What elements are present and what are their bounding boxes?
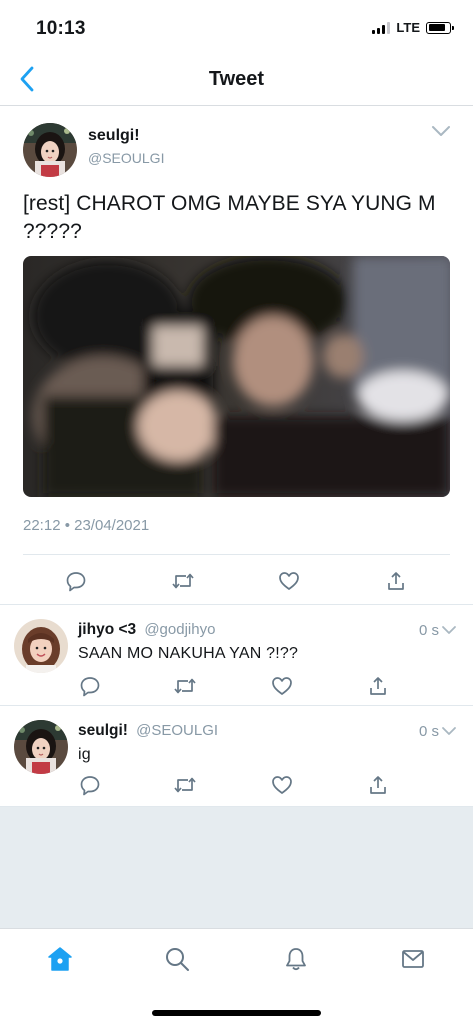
reply-icon <box>80 677 100 697</box>
status-bar: 10:13 LTE <box>0 0 473 52</box>
share-button[interactable] <box>365 673 391 699</box>
reply-text: SAAN MO NAKUHA YAN ?!?? <box>78 645 299 662</box>
tab-messages[interactable] <box>399 945 427 973</box>
tweet-text: [rest] CHAROT OMG MAYBE SYA YUNG M ????? <box>23 192 436 243</box>
tab-home[interactable] <box>46 945 74 973</box>
reply-text: ig <box>78 746 91 763</box>
home-icon <box>48 947 72 971</box>
like-button[interactable] <box>269 673 295 699</box>
share-button[interactable] <box>365 772 391 798</box>
retweet-button[interactable] <box>172 673 198 699</box>
reply-button[interactable] <box>77 772 103 798</box>
display-name[interactable]: seulgi! <box>88 127 140 145</box>
chevron-down-icon[interactable] <box>441 723 457 741</box>
share-icon <box>388 572 404 590</box>
avatar[interactable] <box>23 123 77 177</box>
reply-tweet[interactable]: seulgi! @SEOULGI 0 s ig <box>0 706 473 807</box>
retweet-icon <box>174 777 196 793</box>
chevron-down-icon[interactable] <box>431 124 451 142</box>
messages-icon <box>402 950 424 968</box>
reply-icon <box>66 572 86 592</box>
like-button[interactable] <box>276 568 302 594</box>
status-time: 10:13 <box>36 18 86 39</box>
page-title: Tweet <box>208 68 265 90</box>
tab-bar <box>0 928 473 1024</box>
battery-icon <box>426 21 454 34</box>
navigation-bar: Tweet <box>0 52 473 106</box>
like-icon <box>272 677 292 695</box>
reply-time: 0 s <box>418 723 439 740</box>
share-icon <box>370 677 386 695</box>
reply-button[interactable] <box>63 568 89 594</box>
search-icon <box>166 948 189 971</box>
retweet-icon <box>174 678 196 694</box>
like-icon <box>272 776 292 794</box>
tweet-timestamp: 22:12 • 23/04/2021 <box>23 517 150 534</box>
reply-header: jihyo <3 @godjihyo <box>78 621 215 639</box>
signal-icon <box>372 21 391 34</box>
avatar[interactable] <box>14 619 68 673</box>
empty-background <box>0 807 473 928</box>
like-button[interactable] <box>269 772 295 798</box>
retweet-icon <box>172 573 194 589</box>
home-indicator[interactable] <box>152 1010 321 1016</box>
reply-tweet[interactable]: jihyo <3 @godjihyo 0 s SAAN MO NAKUHA YA… <box>0 605 473 706</box>
avatar[interactable] <box>14 720 68 774</box>
chevron-down-icon[interactable] <box>441 622 457 640</box>
share-button[interactable] <box>383 568 409 594</box>
retweet-button[interactable] <box>170 568 196 594</box>
network-label: LTE <box>396 20 420 35</box>
like-icon <box>279 572 299 590</box>
tweet-media-image[interactable] <box>23 256 450 497</box>
status-indicators: LTE <box>372 20 454 35</box>
retweet-button[interactable] <box>172 772 198 798</box>
reply-header: seulgi! @SEOULGI <box>78 722 218 740</box>
battery-level <box>428 24 445 31</box>
tab-search[interactable] <box>163 945 191 973</box>
tab-notifications[interactable] <box>282 945 310 973</box>
handle[interactable]: @SEOULGI <box>88 150 164 166</box>
divider <box>23 554 450 555</box>
notifications-icon <box>286 948 306 971</box>
reply-button[interactable] <box>77 673 103 699</box>
display-name[interactable]: jihyo <3 <box>78 621 136 638</box>
reply-icon <box>80 776 100 796</box>
display-name[interactable]: seulgi! <box>78 722 128 739</box>
main-tweet: seulgi! @SEOULGI [rest] CHAROT OMG MAYBE… <box>0 106 473 605</box>
handle[interactable]: @SEOULGI <box>136 722 218 739</box>
share-icon <box>370 776 386 794</box>
handle[interactable]: @godjihyo <box>144 621 215 638</box>
reply-time: 0 s <box>418 622 439 639</box>
